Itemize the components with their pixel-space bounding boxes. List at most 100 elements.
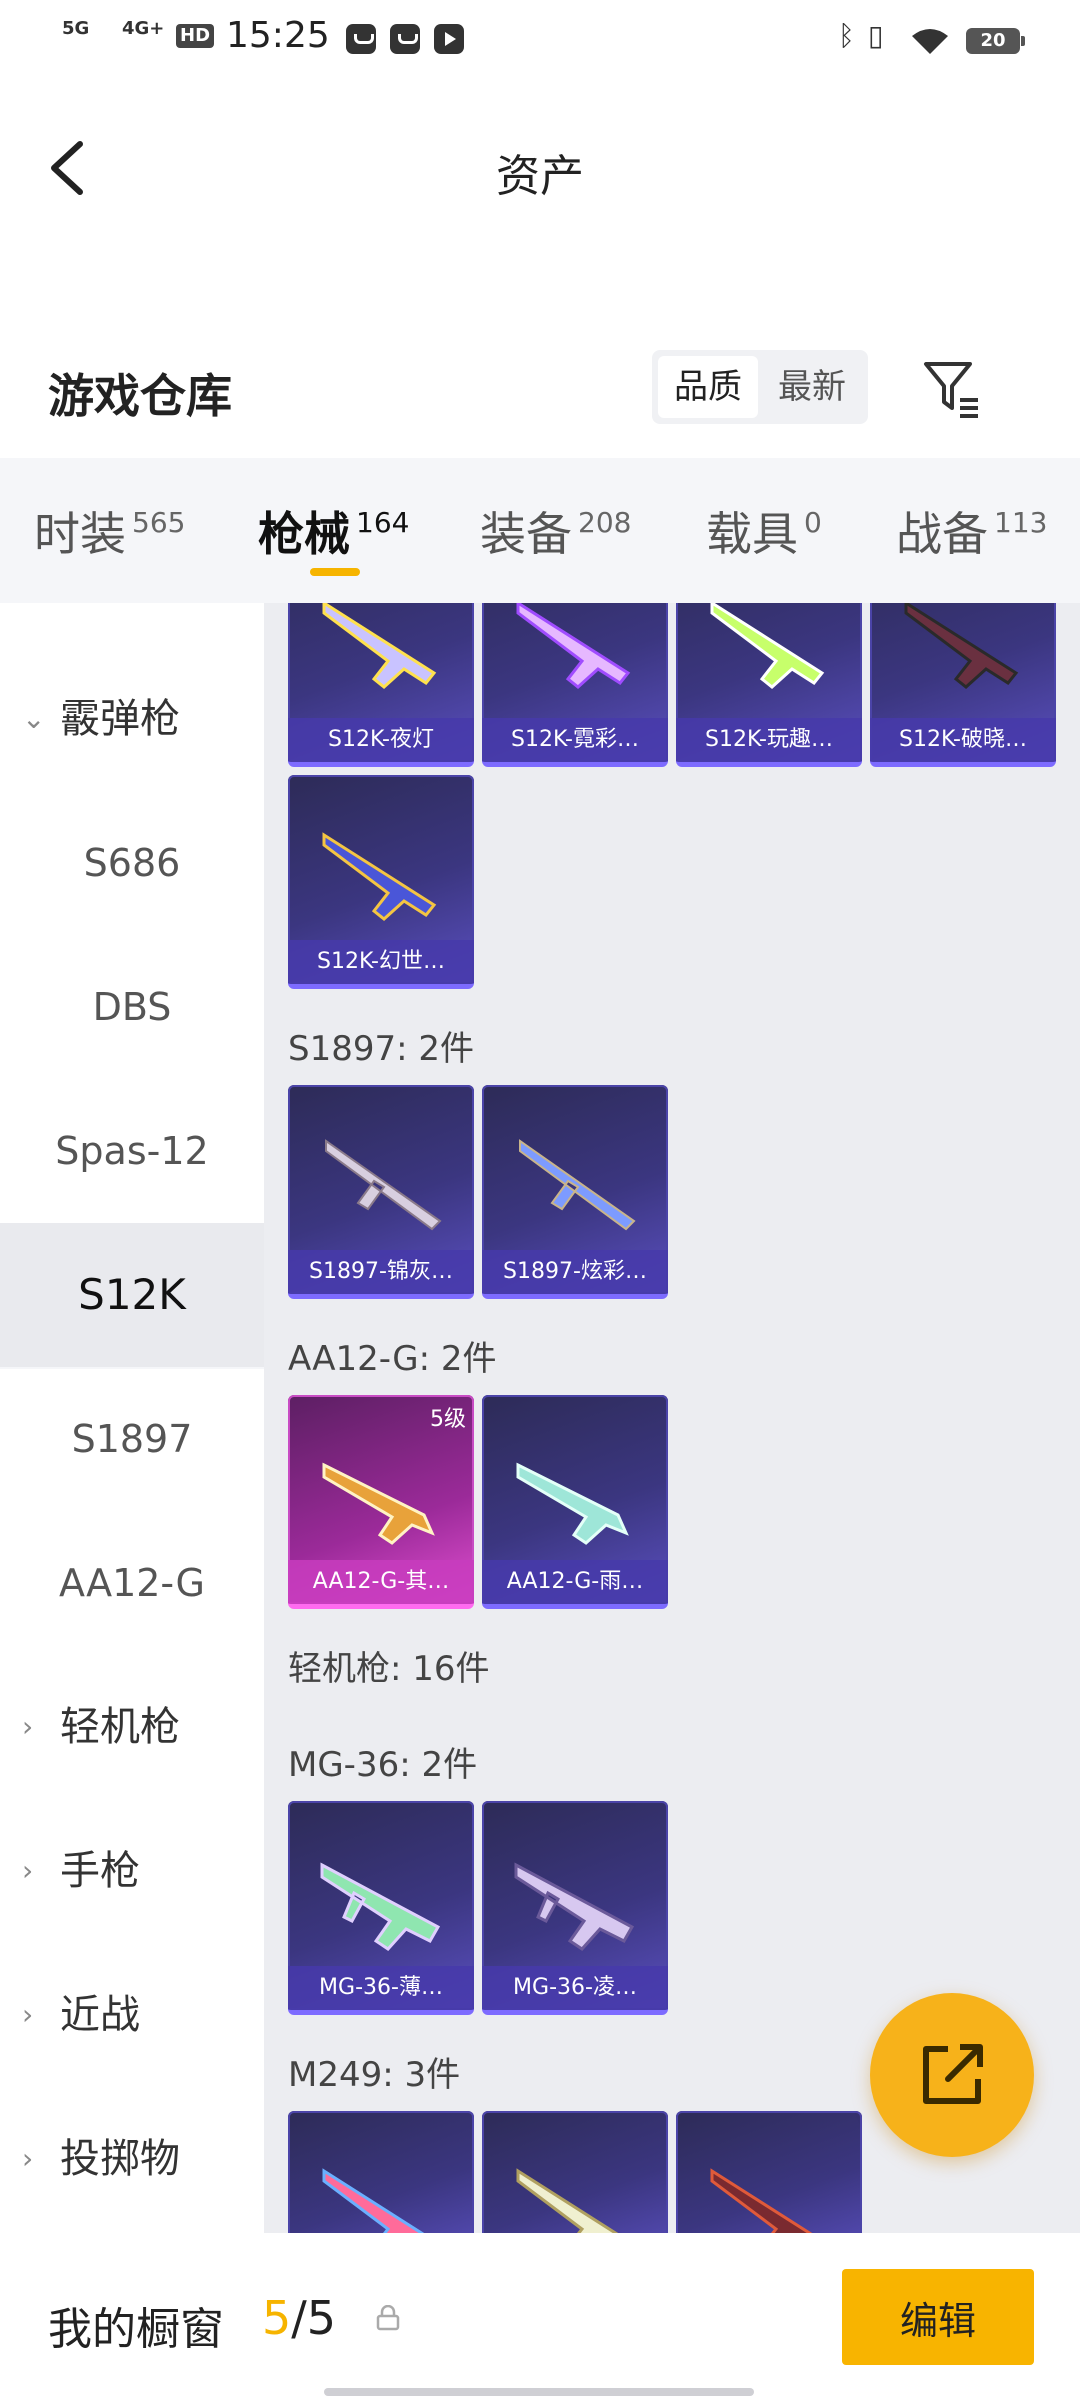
shotgun-icon (516, 603, 631, 689)
sidebar-group-pistol[interactable]: › 手枪 (0, 1799, 264, 1943)
chevron-right-icon: › (22, 1854, 34, 1887)
skin-card[interactable]: S12K-玩趣… (676, 603, 862, 767)
skin-card[interactable]: S1897-锦灰… (288, 1085, 474, 1299)
machine-gun-icon (320, 1862, 441, 1951)
clock: 15:25 (226, 15, 330, 56)
tab-supplies[interactable]: 战备 113 (896, 498, 1047, 564)
machine-gun-icon (516, 2168, 619, 2233)
home-indicator[interactable] (324, 2388, 754, 2396)
app-notification-icon (346, 24, 376, 54)
skin-name: AA12-G-其… (288, 1560, 474, 1604)
app-header: 资产 (0, 100, 1080, 230)
showcase-bar: 我的橱窗 5/5 编辑 (0, 2233, 1080, 2400)
tab-equipment[interactable]: 装备 208 (480, 498, 631, 564)
skin-card[interactable]: MG-36-薄… (288, 1801, 474, 2015)
skin-name: S1897-炫彩… (482, 1250, 668, 1294)
battery-level: 20 (980, 30, 1006, 51)
skin-card[interactable]: S12K-破晓… (870, 603, 1056, 767)
warehouse-header: 游戏仓库 品质 最新 (0, 330, 1080, 450)
sidebar-item-dbs[interactable]: DBS (0, 935, 264, 1079)
skin-name: MG-36-凌… (482, 1966, 668, 2010)
sidebar-group-label: 投掷物 (60, 2136, 180, 2182)
sort-toggle: 品质 最新 (652, 350, 868, 424)
filter-icon[interactable] (920, 356, 984, 420)
network-4g-indicator: 4G+ (122, 18, 165, 39)
sidebar-item-s686[interactable]: S686 (0, 791, 264, 935)
shotgun-icon (322, 832, 437, 921)
tab-count: 0 (804, 506, 822, 539)
wifi-icon (912, 29, 948, 54)
app-notification-icon (390, 24, 420, 54)
skin-name: S12K-破晓… (870, 718, 1056, 762)
showcase-count: 5/5 (262, 2291, 336, 2345)
shotgun-icon (710, 603, 825, 689)
level-badge: 5级 (430, 1407, 466, 1432)
section-title-aa12g: AA12-G: 2件 (288, 1339, 497, 1379)
skin-name: S12K-霓彩… (482, 718, 668, 762)
skin-card[interactable]: 5级 AA12-G-其… (288, 1395, 474, 1609)
active-tab-indicator (310, 568, 360, 576)
tab-fashion[interactable]: 时装 565 (34, 498, 185, 564)
warehouse-title: 游戏仓库 (48, 369, 232, 423)
sidebar-group-label: 轻机枪 (60, 1704, 180, 1750)
showcase-label: 我的橱窗 (48, 2304, 224, 2355)
showcase-current: 5 (262, 2291, 292, 2345)
tab-label: 战备 (896, 507, 988, 561)
shotgun-icon (516, 1462, 629, 1545)
skin-card[interactable]: S12K-霓彩… (482, 603, 668, 767)
skin-card[interactable] (288, 2111, 474, 2233)
skin-card[interactable]: S12K-幻世… (288, 775, 474, 989)
sidebar-group-label: 近战 (60, 1992, 140, 2038)
battery-indicator: 20 (966, 28, 1025, 54)
skin-name: S12K-幻世… (288, 940, 474, 984)
chevron-right-icon: › (22, 1710, 34, 1743)
network-5g-indicator: 5G (62, 18, 90, 39)
sidebar-group-shotgun[interactable]: ⌄ 霰弹枪 (0, 647, 264, 791)
vibrate-icon: ▯ (868, 19, 884, 52)
shotgun-icon (519, 1139, 636, 1231)
shotgun-icon (322, 603, 437, 689)
machine-gun-icon (514, 1862, 635, 1951)
tab-label: 装备 (480, 507, 572, 561)
chevron-right-icon: › (22, 2142, 34, 2175)
sidebar-item-aa12g[interactable]: AA12-G (0, 1511, 264, 1655)
skin-name: AA12-G-雨… (482, 1560, 668, 1604)
share-icon (923, 2044, 983, 2104)
skin-card[interactable] (676, 2111, 862, 2233)
tab-vehicles[interactable]: 载具 0 (706, 498, 822, 564)
sidebar-item-s12k[interactable]: S12K (0, 1223, 264, 1367)
sidebar-item-spas12[interactable]: Spas-12 (0, 1079, 264, 1223)
sidebar-group-melee[interactable]: › 近战 (0, 1943, 264, 2087)
tab-label: 载具 (706, 507, 798, 561)
skin-card[interactable]: S1897-炫彩… (482, 1085, 668, 1299)
showcase-total: /5 (291, 2291, 337, 2345)
sidebar-item-s1897[interactable]: S1897 (0, 1367, 264, 1511)
section-title-lmg: 轻机枪: 16件 (288, 1649, 490, 1689)
page-title: 资产 (496, 151, 584, 202)
sort-quality-option[interactable]: 品质 (658, 356, 758, 418)
skin-name: S1897-锦灰… (288, 1250, 474, 1294)
section-title-m249: M249: 3件 (288, 2055, 461, 2095)
skin-name: S12K-玩趣… (676, 718, 862, 762)
skin-card[interactable]: MG-36-凌… (482, 1801, 668, 2015)
weapon-type-sidebar: ⌄ 霰弹枪 S686 DBS Spas-12 S12K S1897 AA12-G… (0, 603, 264, 2233)
section-title-mg36: MG-36: 2件 (288, 1745, 478, 1785)
tab-label: 时装 (34, 507, 126, 561)
lock-icon (376, 2305, 400, 2331)
tab-firearms[interactable]: 枪械 164 (258, 498, 409, 564)
shotgun-icon (904, 603, 1019, 689)
chevron-down-icon: ⌄ (22, 702, 46, 735)
sidebar-group-throwable[interactable]: › 投掷物 (0, 2087, 264, 2231)
skin-card[interactable]: S12K-夜灯 (288, 603, 474, 767)
sort-newest-option[interactable]: 最新 (762, 356, 862, 418)
tab-count: 164 (356, 506, 410, 539)
share-button[interactable] (870, 1993, 1034, 2157)
shotgun-icon (322, 1462, 435, 1545)
tab-count: 113 (994, 506, 1048, 539)
sidebar-group-lmg[interactable]: › 轻机枪 (0, 1655, 264, 1799)
edit-button[interactable]: 编辑 (842, 2269, 1034, 2365)
sidebar-group-label: 霰弹枪 (60, 696, 180, 742)
chevron-right-icon: › (22, 1998, 34, 2031)
skin-card[interactable]: AA12-G-雨… (482, 1395, 668, 1609)
skin-card[interactable] (482, 2111, 668, 2233)
